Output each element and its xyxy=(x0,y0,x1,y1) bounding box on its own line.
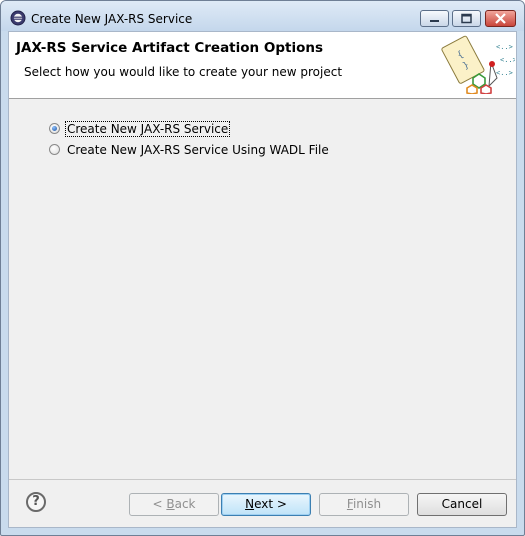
radio-create-from-wadl[interactable] xyxy=(49,144,60,155)
wizard-client-area: JAX-RS Service Artifact Creation Options… xyxy=(8,31,517,528)
back-prefix: < xyxy=(152,497,167,511)
button-bar-separator xyxy=(9,479,516,480)
restore-icon xyxy=(461,13,472,24)
close-button[interactable] xyxy=(485,10,516,27)
next-mnemonic: N xyxy=(245,497,255,511)
back-label-rest: ack xyxy=(174,497,196,511)
back-button[interactable]: < Back xyxy=(129,493,219,516)
window-title: Create New JAX-RS Service xyxy=(31,12,193,26)
page-description: Select how you would like to create your… xyxy=(24,65,343,79)
close-icon xyxy=(495,13,506,24)
svg-text:<..>: <..> xyxy=(496,43,513,51)
wizard-banner-graphic: { } <..> <..> <..> xyxy=(437,32,515,94)
help-glyph: ? xyxy=(32,494,40,509)
finish-button[interactable]: Finish xyxy=(319,493,409,516)
option-label: Create New JAX-RS Service Using WADL Fil… xyxy=(67,142,329,157)
wizard-window: Create New JAX-RS Service JAX-RS Service… xyxy=(0,0,525,536)
next-button[interactable]: Next > xyxy=(221,493,311,516)
help-icon[interactable]: ? xyxy=(26,492,46,512)
back-mnemonic: B xyxy=(166,497,175,511)
option-label: Create New JAX-RS Service xyxy=(64,120,231,137)
option-create-from-wadl[interactable]: Create New JAX-RS Service Using WADL Fil… xyxy=(49,141,330,158)
wizard-banner: JAX-RS Service Artifact Creation Options… xyxy=(9,32,516,99)
title-bar[interactable]: Create New JAX-RS Service xyxy=(1,1,524,31)
cancel-button[interactable]: Cancel xyxy=(417,493,507,516)
option-create-new-service[interactable]: Create New JAX-RS Service xyxy=(49,120,231,137)
svg-text:<..>: <..> xyxy=(496,69,513,77)
svg-text:<..>: <..> xyxy=(500,56,515,64)
finish-label-rest: inish xyxy=(352,497,382,511)
minimize-icon xyxy=(430,20,439,22)
next-label-rest: ext > xyxy=(254,497,287,511)
minimize-button[interactable] xyxy=(420,10,449,27)
page-title: JAX-RS Service Artifact Creation Options xyxy=(16,40,323,56)
maximize-button[interactable] xyxy=(452,10,481,27)
eclipse-app-icon xyxy=(10,10,26,26)
radio-create-new-service[interactable] xyxy=(49,123,60,134)
